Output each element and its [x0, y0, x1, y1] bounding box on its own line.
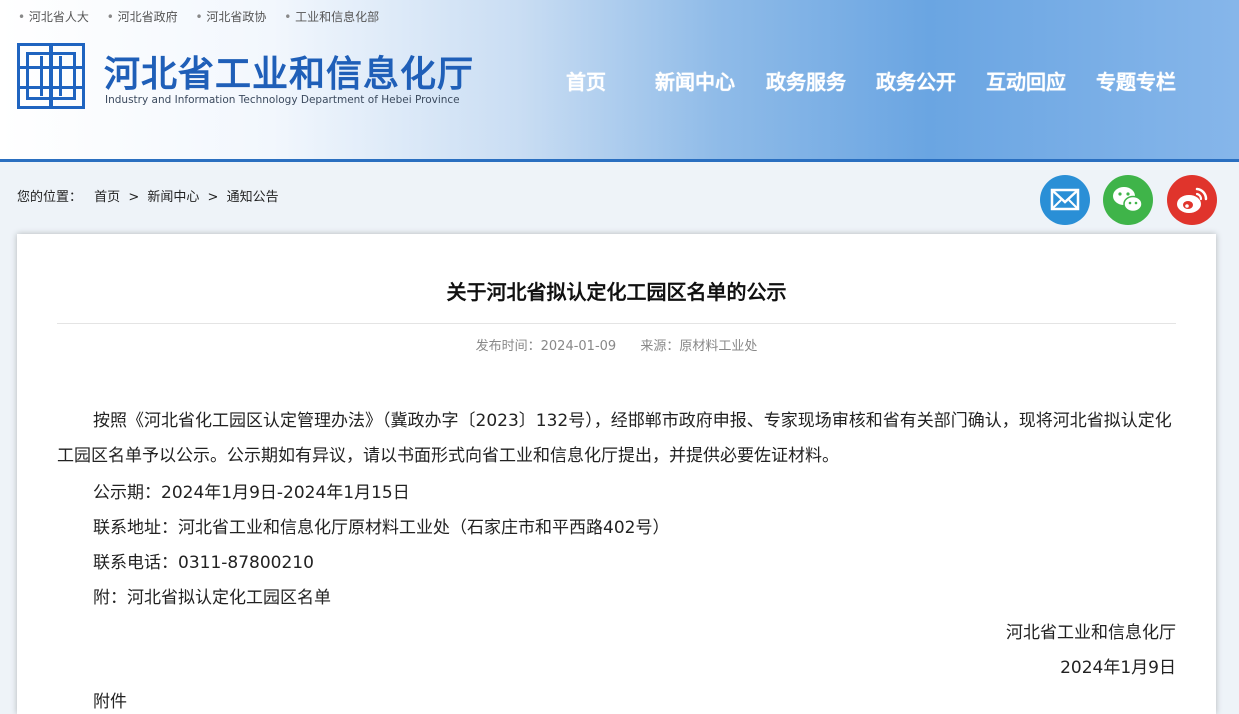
- email-icon: [1050, 188, 1080, 211]
- announcement-period: 公示期：2024年1月9日-2024年1月15日: [93, 483, 410, 503]
- weibo-icon: [1177, 187, 1208, 213]
- article-source: 来源：原材料工业处: [640, 339, 758, 354]
- nav-disclosure[interactable]: 政务公开: [876, 66, 956, 95]
- wechat-icon: [1113, 187, 1143, 213]
- article-card: 关于河北省拟认定化工园区名单的公示 发布时间：2024-01-09 来源：原材料…: [17, 234, 1216, 714]
- article-title: 关于河北省拟认定化工园区名单的公示: [446, 280, 787, 304]
- top-link[interactable]: 河北省政府: [107, 10, 178, 24]
- article-paragraph: 按照《河北省化工园区认定管理办法》（冀政办字〔2023〕132号），经邯郸市政府…: [57, 411, 1172, 466]
- breadcrumb-notices[interactable]: 通知公告: [227, 190, 279, 205]
- attachment-note: 附：河北省拟认定化工园区名单: [93, 588, 331, 608]
- main-nav: 首页 新闻中心 政务服务 政务公开 互动回应 专题专栏: [0, 66, 1239, 96]
- nav-topics[interactable]: 专题专栏: [1096, 66, 1176, 95]
- breadcrumb: 您的位置： 首页 > 新闻中心 > 通知公告: [17, 186, 283, 205]
- article-meta: 发布时间：2024-01-09 来源：原材料工业处: [17, 335, 1216, 354]
- top-link[interactable]: 工业和信息化部: [284, 10, 379, 24]
- breadcrumb-sep: >: [207, 190, 219, 205]
- contact-phone: 联系电话：0311-87800210: [93, 553, 314, 573]
- breadcrumb-home[interactable]: 首页: [94, 190, 120, 205]
- header-banner: 河北省人大 河北省政府 河北省政协 工业和信息化部 河北省工业和信息化厅 Ind…: [0, 0, 1239, 162]
- top-link[interactable]: 河北省政协: [196, 10, 267, 24]
- breadcrumb-label: 您的位置：: [17, 190, 83, 205]
- nav-services[interactable]: 政务服务: [766, 66, 846, 95]
- top-link[interactable]: 河北省人大: [18, 10, 89, 24]
- email-share-button[interactable]: [1040, 175, 1090, 225]
- publish-date: 发布时间：2024-01-09: [475, 339, 617, 354]
- title-divider: [57, 323, 1176, 324]
- signature-date: 2024年1月9日: [1060, 658, 1176, 678]
- nav-interaction[interactable]: 互动回应: [986, 66, 1066, 95]
- wechat-share-button[interactable]: [1103, 175, 1153, 225]
- breadcrumb-news[interactable]: 新闻中心: [147, 190, 199, 205]
- nav-home[interactable]: 首页: [566, 66, 606, 95]
- contact-address: 联系地址：河北省工业和信息化厅原材料工业处（石家庄市和平西路402号）: [93, 518, 670, 538]
- signature: 河北省工业和信息化厅: [1006, 623, 1176, 643]
- nav-news[interactable]: 新闻中心: [655, 66, 735, 95]
- weibo-share-button[interactable]: [1167, 175, 1217, 225]
- top-links: 河北省人大 河北省政府 河北省政协 工业和信息化部: [18, 8, 393, 25]
- breadcrumb-sep: >: [128, 190, 140, 205]
